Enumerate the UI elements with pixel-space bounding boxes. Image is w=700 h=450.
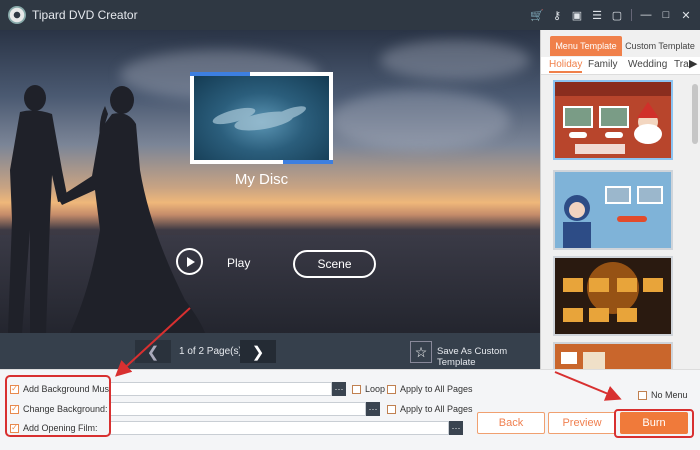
app-logo-icon: [8, 6, 26, 24]
template-tabs: Menu Template Custom Template: [541, 36, 700, 56]
change-bg-field[interactable]: [110, 402, 366, 416]
cloud: [380, 40, 530, 80]
disc-title[interactable]: My Disc: [190, 171, 333, 188]
tab-custom-template[interactable]: Custom Template: [625, 36, 695, 56]
category-travel[interactable]: Tra: [674, 59, 689, 70]
loop-label: Loop: [365, 384, 386, 394]
titlebar-divider: [631, 9, 632, 21]
tab-menu-template[interactable]: Menu Template: [550, 36, 622, 56]
thumbnail-image: [194, 76, 329, 160]
titlebar-icons: 🛒 ⚷ ▣ ☰ ▢ — □ ✕: [529, 0, 694, 30]
change-bg-browse-button[interactable]: ···: [366, 402, 380, 416]
template-thumb-christmas[interactable]: [553, 80, 673, 160]
chevron-left-icon: ❮: [146, 343, 160, 361]
star-icon[interactable]: ☆: [410, 341, 432, 363]
bg-music-field[interactable]: [110, 382, 332, 396]
next-page-button[interactable]: ❯: [240, 340, 276, 363]
back-button[interactable]: Back: [477, 412, 545, 434]
cloud: [330, 90, 510, 150]
thumbnail-accent-bottom: [283, 160, 333, 164]
title-bar: Tipard DVD Creator 🛒 ⚷ ▣ ☰ ▢ — □ ✕: [0, 0, 700, 30]
save-custom-template-button[interactable]: Save As Custom Template: [437, 346, 540, 368]
opening-film-browse-button[interactable]: ···: [449, 421, 463, 435]
halloween-template-image: [555, 258, 671, 334]
template-thumb-autumn[interactable]: [553, 342, 673, 369]
category-scroll-right-icon[interactable]: ▶: [689, 57, 697, 70]
couple-silhouette: [8, 85, 205, 333]
template-thumb-winter[interactable]: [553, 170, 673, 250]
feedback-icon[interactable]: ▢: [609, 7, 625, 23]
preview-button[interactable]: Preview: [548, 412, 616, 434]
category-wedding[interactable]: Wedding: [628, 59, 667, 70]
apply-all-music-label: Apply to All Pages: [400, 384, 473, 394]
register-icon[interactable]: ☰: [589, 7, 605, 23]
burn-button[interactable]: Burn: [620, 412, 688, 434]
fish-school-image: [212, 106, 307, 131]
no-menu-option[interactable]: ✓ No Menu: [638, 390, 688, 400]
category-family[interactable]: Family: [588, 59, 617, 70]
autumn-template-image: [555, 344, 671, 369]
annotation-highlight-settings: [5, 375, 111, 437]
thumbnail-accent-top: [190, 72, 250, 76]
previous-page-button[interactable]: ❮: [135, 340, 171, 363]
close-icon[interactable]: ✕: [678, 7, 694, 23]
template-scrollbar[interactable]: [692, 80, 698, 369]
no-menu-label: No Menu: [651, 390, 688, 400]
apply-all-music-option[interactable]: ✓ Apply to All Pages: [387, 384, 473, 394]
category-holiday[interactable]: Holiday: [549, 59, 583, 73]
loop-option[interactable]: ✓ Loop: [352, 384, 385, 394]
winter-template-image: [555, 172, 671, 248]
scroll-thumb[interactable]: [692, 84, 698, 144]
disc-thumbnail[interactable]: [190, 72, 333, 164]
category-tabs: Holiday Family Wedding Tra ▶: [541, 57, 700, 75]
maximize-icon[interactable]: □: [658, 7, 674, 23]
scene-button[interactable]: Scene: [293, 250, 376, 278]
opening-film-field[interactable]: [110, 421, 449, 435]
apply-all-bg-label: Apply to All Pages: [400, 404, 473, 414]
app-title: Tipard DVD Creator: [32, 8, 138, 22]
apply-all-bg-option[interactable]: ✓ Apply to All Pages: [387, 404, 473, 414]
menu-preview: My Disc Play Scene: [0, 30, 540, 333]
loop-checkbox[interactable]: ✓: [352, 384, 361, 394]
pager-bar: ❮ 1 of 2 Page(s) ❯ ☆ Save As Custom Temp…: [0, 333, 540, 369]
apply-all-music-checkbox[interactable]: ✓: [387, 384, 396, 394]
template-panel: Menu Template Custom Template Holiday Fa…: [540, 30, 700, 369]
christmas-template-image: [555, 82, 671, 158]
page-indicator: 1 of 2 Page(s): [179, 346, 242, 357]
save-icon[interactable]: ▣: [569, 7, 585, 23]
apply-all-bg-checkbox[interactable]: ✓: [387, 404, 396, 414]
minimize-icon[interactable]: —: [638, 7, 654, 23]
bg-music-browse-button[interactable]: ···: [332, 382, 346, 396]
key-icon[interactable]: ⚷: [549, 7, 565, 23]
chevron-right-icon: ❯: [251, 343, 265, 361]
no-menu-checkbox[interactable]: ✓: [638, 390, 647, 400]
play-button[interactable]: [176, 248, 203, 275]
play-label[interactable]: Play: [227, 256, 250, 270]
cart-icon[interactable]: 🛒: [529, 7, 545, 23]
template-thumb-halloween[interactable]: [553, 256, 673, 336]
play-icon: [186, 256, 195, 267]
